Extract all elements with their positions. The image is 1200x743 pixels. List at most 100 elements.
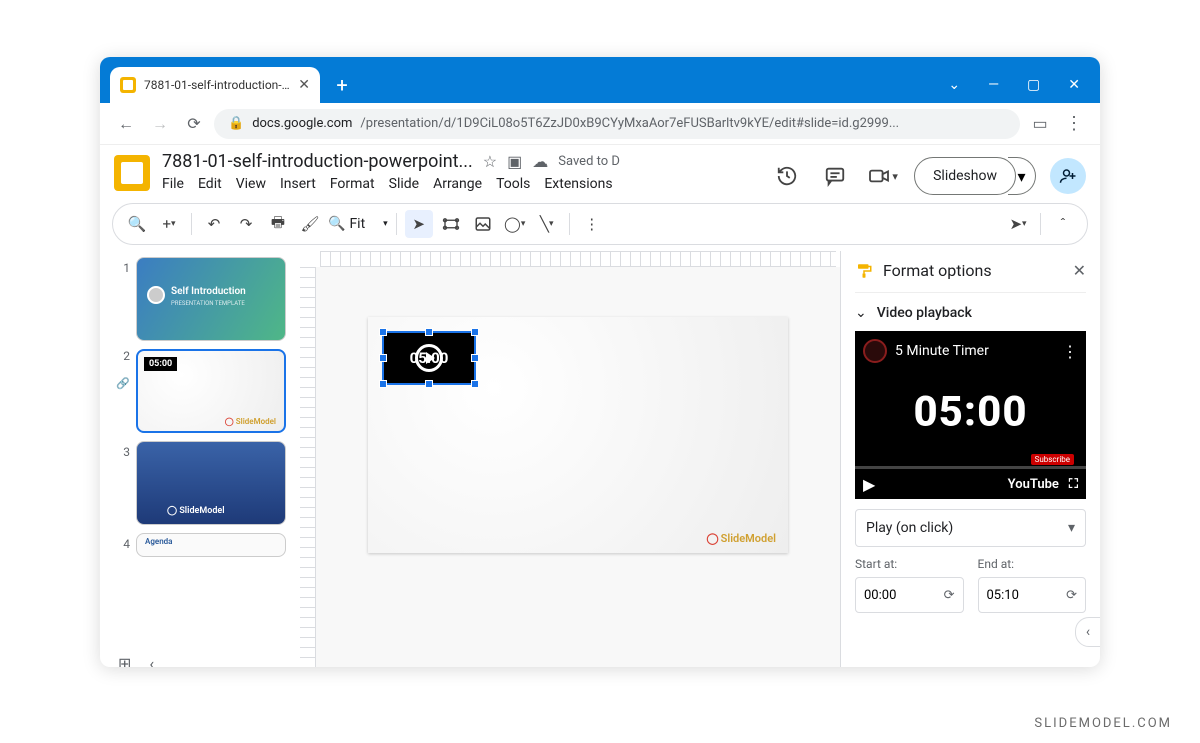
thumb-num-1: 1 bbox=[116, 261, 130, 275]
video-object[interactable]: 05:00 bbox=[382, 331, 476, 385]
url-host: docs.google.com bbox=[252, 116, 352, 131]
subscribe-badge[interactable]: Subscribe bbox=[1031, 454, 1074, 465]
tab-title: 7881-01-self-introduction-powe bbox=[144, 78, 290, 92]
print-button[interactable]: 🖶 bbox=[264, 210, 292, 238]
window-close-button[interactable]: ✕ bbox=[1068, 77, 1080, 93]
canvas-area: 05:00 SlideModel bbox=[300, 251, 840, 667]
refresh-icon[interactable]: ⟳ bbox=[944, 588, 955, 603]
menu-format[interactable]: Format bbox=[330, 176, 375, 192]
browser-menu-button[interactable]: ⋮ bbox=[1060, 113, 1088, 134]
grid-view-button[interactable]: ⊞ bbox=[118, 654, 131, 667]
paint-roller-icon bbox=[855, 262, 873, 280]
fullscreen-icon[interactable]: ⛶ bbox=[1069, 477, 1078, 492]
video-title: 5 Minute Timer bbox=[895, 343, 989, 359]
menu-tools[interactable]: Tools bbox=[496, 176, 530, 192]
zoom-label: Fit bbox=[349, 216, 365, 232]
history-button[interactable] bbox=[770, 159, 804, 193]
window-maximize-button[interactable]: ▢ bbox=[1027, 77, 1040, 93]
menu-extensions[interactable]: Extensions bbox=[544, 176, 612, 192]
more-tools[interactable]: ⋮ bbox=[578, 210, 606, 238]
menu-file[interactable]: File bbox=[162, 176, 184, 192]
save-status: Saved to D bbox=[558, 154, 620, 169]
nav-back-button[interactable]: ← bbox=[112, 110, 140, 138]
new-tab-button[interactable]: + bbox=[328, 71, 356, 99]
comments-button[interactable] bbox=[818, 159, 852, 193]
nav-reload-button[interactable]: ⟳ bbox=[180, 110, 208, 138]
search-menus-button[interactable]: 🔍 bbox=[123, 210, 151, 238]
slides-logo-icon[interactable] bbox=[114, 155, 150, 191]
document-title[interactable]: 7881-01-self-introduction-powerpoint... bbox=[162, 151, 473, 172]
panel-title: Format options bbox=[883, 261, 992, 280]
move-icon[interactable]: ▣ bbox=[507, 152, 522, 171]
cloud-icon[interactable]: ☁ bbox=[532, 152, 548, 171]
app-header: 7881-01-self-introduction-powerpoint... … bbox=[100, 145, 1100, 195]
start-at-value: 00:00 bbox=[864, 588, 896, 603]
youtube-label[interactable]: YouTube bbox=[1008, 477, 1059, 492]
page-watermark: SLIDEMODEL.COM bbox=[1034, 716, 1172, 731]
window-chevron-icon[interactable]: ⌄ bbox=[948, 77, 960, 93]
url-field[interactable]: 🔒 docs.google.com /presentation/d/1D9CiL… bbox=[214, 109, 1020, 139]
play-mode-select[interactable]: Play (on click) ▾ bbox=[855, 509, 1086, 547]
share-button[interactable] bbox=[1050, 158, 1086, 194]
nav-forward-button[interactable]: → bbox=[146, 110, 174, 138]
slide-thumb-2[interactable]: 05:00 SlideModel bbox=[136, 349, 286, 433]
browser-tab[interactable]: 7881-01-self-introduction-powe ✕ bbox=[110, 67, 320, 103]
textbox-tool[interactable] bbox=[437, 210, 465, 238]
link-icon: 🔗 bbox=[116, 377, 130, 390]
thumb-num-4: 4 bbox=[116, 537, 130, 551]
end-at-value: 05:10 bbox=[987, 588, 1019, 603]
reader-mode-icon[interactable]: ▭ bbox=[1026, 110, 1054, 138]
tab-close-icon[interactable]: ✕ bbox=[298, 77, 310, 93]
slideshow-button[interactable]: Slideshow bbox=[914, 157, 1016, 195]
redo-button[interactable]: ↷ bbox=[232, 210, 260, 238]
menu-edit[interactable]: Edit bbox=[198, 176, 222, 192]
paint-format-button[interactable]: 🖌 bbox=[296, 210, 324, 238]
panel-close-button[interactable]: ✕ bbox=[1073, 261, 1086, 280]
new-slide-button[interactable]: + ▾ bbox=[155, 210, 183, 238]
slideshow-label: Slideshow bbox=[933, 168, 997, 184]
end-at-input[interactable]: 05:10 ⟳ bbox=[978, 577, 1087, 613]
section-title: Video playback bbox=[877, 305, 972, 321]
slides-favicon-icon bbox=[120, 77, 136, 93]
window-minimize-button[interactable]: — bbox=[988, 77, 999, 93]
video-preview[interactable]: 5 Minute Timer ⋮ 05:00 Subscribe ▶ YouTu… bbox=[855, 331, 1086, 499]
select-tool[interactable]: ➤ bbox=[405, 210, 433, 238]
editor-body: 1 Self Introduction PRESENTATION TEMPLAT… bbox=[100, 251, 1100, 667]
toolbar-expand[interactable]: ˆ bbox=[1049, 210, 1077, 238]
shape-tool[interactable]: ◯▾ bbox=[501, 210, 529, 238]
play-icon[interactable]: ▶ bbox=[863, 475, 875, 494]
collapse-filmstrip-button[interactable]: ‹ bbox=[149, 654, 154, 667]
zoom-select[interactable]: 🔍 Fit ▾ bbox=[328, 210, 388, 238]
slide-thumb-4[interactable]: Agenda bbox=[136, 533, 286, 557]
start-at-label: Start at: bbox=[855, 557, 964, 571]
filmstrip: 1 Self Introduction PRESENTATION TEMPLAT… bbox=[100, 251, 300, 667]
slide-canvas[interactable]: 05:00 SlideModel bbox=[368, 317, 788, 553]
refresh-icon[interactable]: ⟳ bbox=[1066, 588, 1077, 603]
undo-button[interactable]: ↶ bbox=[200, 210, 228, 238]
menu-arrange[interactable]: Arrange bbox=[433, 176, 482, 192]
slide-thumb-3[interactable]: ◯ SlideModel bbox=[136, 441, 286, 525]
video-menu-icon[interactable]: ⋮ bbox=[1062, 342, 1078, 361]
line-tool[interactable]: ╲▾ bbox=[533, 210, 561, 238]
ruler-vertical bbox=[300, 267, 316, 667]
canvas-viewport[interactable]: 05:00 SlideModel bbox=[316, 267, 840, 667]
menu-bar: File Edit View Insert Format Slide Arran… bbox=[162, 176, 620, 192]
slideshow-dropdown[interactable]: ▾ bbox=[1008, 157, 1036, 195]
start-at-input[interactable]: 00:00 ⟳ bbox=[855, 577, 964, 613]
chevron-down-icon: ⌄ bbox=[855, 305, 867, 321]
pointer-options[interactable]: ➤▾ bbox=[1004, 210, 1032, 238]
image-tool[interactable] bbox=[469, 210, 497, 238]
side-panel-toggle[interactable]: ‹ bbox=[1075, 617, 1100, 647]
meet-button[interactable]: ▾ bbox=[866, 159, 900, 193]
slide-thumb-1[interactable]: Self Introduction PRESENTATION TEMPLATE bbox=[136, 257, 286, 341]
star-icon[interactable]: ☆ bbox=[483, 152, 497, 171]
titlebar: 7881-01-self-introduction-powe ✕ + ⌄ — ▢… bbox=[100, 57, 1100, 103]
ruler-horizontal bbox=[320, 251, 836, 267]
format-options-panel: Format options ✕ ⌄ Video playback 5 Minu… bbox=[840, 251, 1100, 667]
menu-insert[interactable]: Insert bbox=[280, 176, 316, 192]
menu-view[interactable]: View bbox=[236, 176, 266, 192]
section-video-playback[interactable]: ⌄ Video playback bbox=[855, 305, 1086, 321]
url-path: /presentation/d/1D9CiL08o5T6ZzJD0xB9CYyM… bbox=[360, 116, 899, 131]
channel-avatar-icon bbox=[863, 339, 887, 363]
menu-slide[interactable]: Slide bbox=[389, 176, 419, 192]
